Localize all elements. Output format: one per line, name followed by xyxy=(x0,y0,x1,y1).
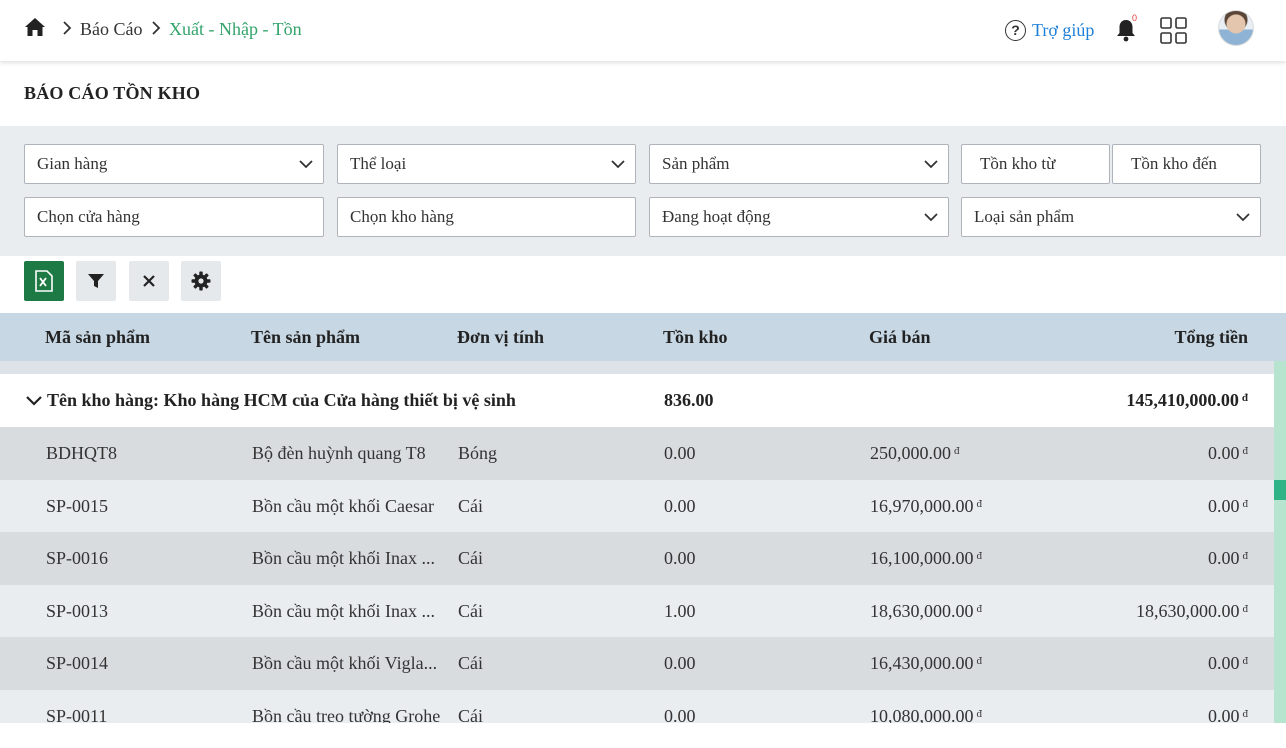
export-excel-button[interactable] xyxy=(24,261,64,301)
apps-grid-icon[interactable] xyxy=(1160,17,1187,44)
cell-total: 0.00 đ xyxy=(1208,548,1248,568)
col-stock[interactable]: Tồn kho xyxy=(663,327,728,348)
filter-icon xyxy=(88,274,104,288)
cell-total: 0.00 đ xyxy=(1208,495,1248,516)
avatar[interactable] xyxy=(1218,10,1254,46)
cell-stock: 0.00 xyxy=(664,653,696,673)
col-unit[interactable]: Đơn vị tính xyxy=(457,327,544,348)
chevron-down-icon xyxy=(924,160,938,169)
choose-shop-placeholder: Chọn cửa hàng xyxy=(37,207,140,226)
col-product-name[interactable]: Tên sản phẩm xyxy=(251,327,360,348)
stock-to-input[interactable]: Tồn kho đến xyxy=(1112,144,1261,184)
cell-price: 16,430,000.00 đ xyxy=(870,653,982,673)
table-row[interactable]: SP-0016 Bồn cầu một khối Inax ... Cái 0.… xyxy=(0,532,1274,585)
status-select[interactable]: Đang hoạt động xyxy=(649,197,949,237)
chevron-down-icon xyxy=(924,213,938,222)
cell-code: SP-0014 xyxy=(46,653,109,673)
cell-stock: 0.00 xyxy=(664,495,696,516)
cell-name: Bồn cầu một khối Caesar xyxy=(252,495,434,516)
category-select-label: Thể loại xyxy=(350,154,407,173)
filter-panel: Gian hàng Thể loại Sản phẩm Tồn kho từ T… xyxy=(0,126,1286,256)
breadcrumb-current: Xuất - Nhập - Tồn xyxy=(169,19,302,39)
cell-total: 0.00 đ xyxy=(1208,443,1248,463)
group-label: Tên kho hàng: Kho hàng HCM của Cửa hàng … xyxy=(47,390,516,410)
table-spacer xyxy=(0,361,1286,374)
col-product-code[interactable]: Mã sản phẩm xyxy=(45,327,150,348)
cell-unit: Cái xyxy=(458,548,483,568)
chevron-down-icon xyxy=(611,160,625,169)
help-link[interactable]: ? Trợ giúp xyxy=(1005,18,1094,42)
breadcrumb-reports[interactable]: Báo Cáo xyxy=(80,18,143,40)
store-select-label: Gian hàng xyxy=(37,154,108,173)
cell-unit: Cái xyxy=(458,495,483,516)
table-row[interactable]: SP-0014 Bồn cầu một khối Vigla... Cái 0.… xyxy=(0,637,1274,690)
cell-name: Bồn cầu một khối Inax ... xyxy=(252,600,435,621)
product-select[interactable]: Sản phẩm xyxy=(649,144,949,184)
cell-stock: 0.00 xyxy=(664,548,696,568)
gear-icon xyxy=(191,271,211,291)
choose-warehouse-placeholder: Chọn kho hàng xyxy=(350,207,454,226)
cell-total: 0.00 đ xyxy=(1208,653,1248,673)
cell-name: Bồn cầu một khối Vigla... xyxy=(252,653,438,673)
cell-unit: Cái xyxy=(458,653,483,673)
col-total[interactable]: Tổng tiền xyxy=(1174,327,1248,348)
store-select[interactable]: Gian hàng xyxy=(24,144,324,184)
cell-total: 18,630,000.00 đ xyxy=(1136,600,1248,621)
group-stock: 836.00 xyxy=(664,390,714,410)
help-label: Trợ giúp xyxy=(1032,19,1095,40)
product-type-select-label: Loại sản phẩm xyxy=(974,207,1075,226)
table-header: Mã sản phẩm Tên sản phẩm Đơn vị tính Tồn… xyxy=(0,313,1286,361)
table-row[interactable]: SP-0015 Bồn cầu một khối Caesar Cái 0.00… xyxy=(0,479,1274,532)
chevron-down-icon xyxy=(1236,213,1250,222)
cell-stock: 0.00 xyxy=(664,443,696,463)
cell-code: BDHQT8 xyxy=(46,443,117,463)
close-icon xyxy=(143,275,155,287)
table-row[interactable]: BDHQT8 Bộ đèn huỳnh quang T8 Bóng 0.00 2… xyxy=(0,427,1274,480)
group-row[interactable]: Tên kho hàng: Kho hàng HCM của Cửa hàng … xyxy=(0,374,1274,427)
cell-stock: 1.00 xyxy=(664,600,696,621)
cell-unit: Bóng xyxy=(458,443,498,463)
stock-from-input[interactable]: Tồn kho từ xyxy=(961,144,1110,184)
group-total: 145,410,000.00 đ xyxy=(1126,390,1248,410)
chevron-right-icon xyxy=(63,21,72,35)
stock-from-placeholder: Tồn kho từ xyxy=(980,154,1056,173)
page-title: BÁO CÁO TỒN KHO xyxy=(24,83,201,103)
col-price[interactable]: Giá bán xyxy=(869,327,931,348)
choose-warehouse-input[interactable]: Chọn kho hàng xyxy=(337,197,636,237)
cell-code: SP-0015 xyxy=(46,495,109,516)
notification-badge: 0 xyxy=(1132,13,1138,23)
choose-shop-input[interactable]: Chọn cửa hàng xyxy=(24,197,324,237)
home-icon[interactable] xyxy=(24,17,46,37)
cell-price: 18,630,000.00 đ xyxy=(870,600,982,621)
page-bottom xyxy=(0,723,1286,748)
cell-unit: Cái xyxy=(458,600,483,621)
cell-price: 250,000.00 đ xyxy=(870,443,960,463)
cell-price: 16,970,000.00 đ xyxy=(870,495,982,516)
cell-code: SP-0013 xyxy=(46,600,109,621)
top-bar: Báo Cáo Xuất - Nhập - Tồn ? Trợ giúp 0 xyxy=(0,0,1286,61)
excel-icon xyxy=(35,270,53,292)
product-type-select[interactable]: Loại sản phẩm xyxy=(961,197,1261,237)
cell-name: Bồn cầu một khối Inax ... xyxy=(252,548,435,568)
cell-price: 16,100,000.00 đ xyxy=(870,548,982,568)
product-select-label: Sản phẩm xyxy=(662,154,730,173)
filter-button[interactable] xyxy=(76,261,116,301)
settings-button[interactable] xyxy=(181,261,221,301)
table-row[interactable]: SP-0013 Bồn cầu một khối Inax ... Cái 1.… xyxy=(0,584,1274,637)
chevron-down-icon xyxy=(299,160,313,169)
table-scrollbar[interactable] xyxy=(1274,361,1286,723)
chevron-down-icon[interactable] xyxy=(26,395,42,407)
status-select-label: Đang hoạt động xyxy=(662,207,771,226)
table-scrollbar-thumb[interactable] xyxy=(1274,480,1286,500)
cell-code: SP-0016 xyxy=(46,548,109,568)
cell-name: Bộ đèn huỳnh quang T8 xyxy=(252,443,426,463)
clear-filter-button[interactable] xyxy=(129,261,169,301)
stock-to-placeholder: Tồn kho đến xyxy=(1131,154,1217,173)
category-select[interactable]: Thể loại xyxy=(337,144,636,184)
chevron-right-icon xyxy=(152,21,161,35)
question-circle-icon: ? xyxy=(1005,19,1026,41)
